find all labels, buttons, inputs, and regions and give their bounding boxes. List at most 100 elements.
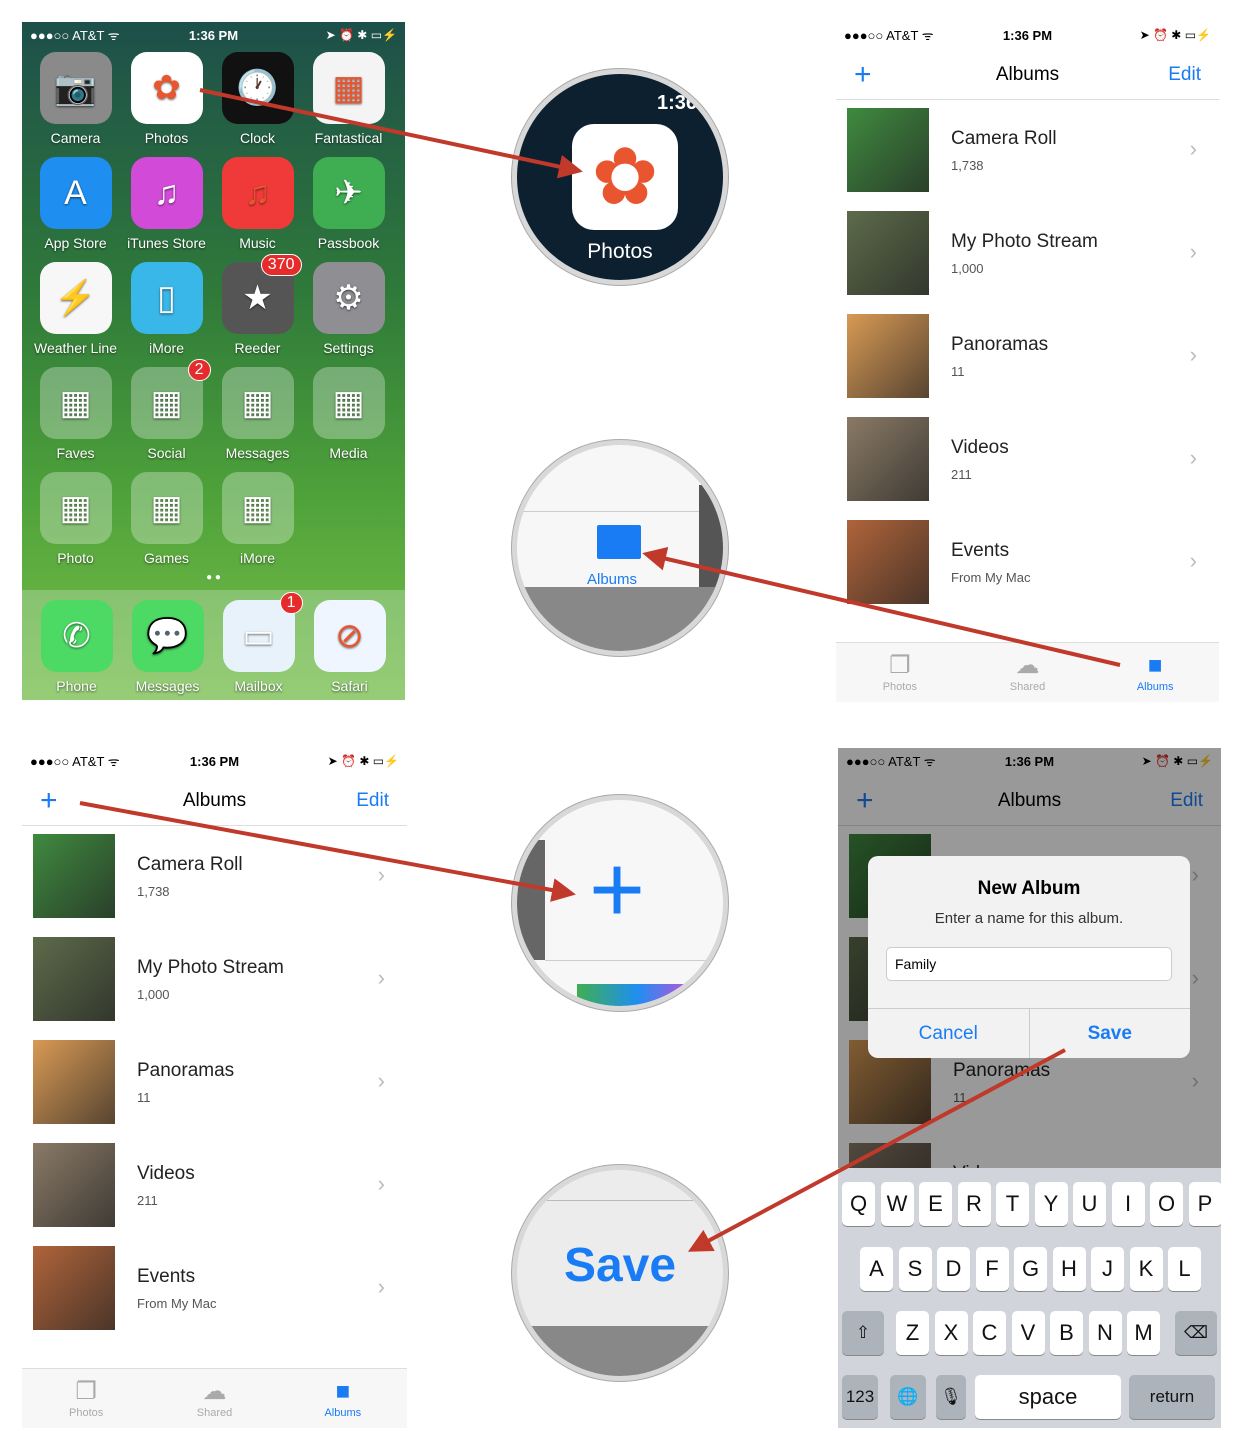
album-row[interactable]: Events From My Mac › <box>22 1242 407 1345</box>
app-label: Weather Line <box>33 340 117 356</box>
key-k[interactable]: K <box>1129 1247 1163 1291</box>
album-name: Events <box>137 1266 196 1287</box>
album-count: 1,000 <box>137 987 170 1002</box>
key-t[interactable]: T <box>996 1182 1029 1226</box>
photos-app-icon[interactable]: ✿ <box>572 124 678 230</box>
add-album-button[interactable]: + <box>854 58 914 92</box>
album-row[interactable]: My Photo Stream 1,000 › <box>22 933 407 1036</box>
app-glyph: ✿ <box>152 69 181 107</box>
app-settings[interactable]: ⚙ Settings <box>303 262 394 356</box>
key-y[interactable]: Y <box>1034 1182 1068 1226</box>
tab-albums[interactable]: ■ Albums <box>1091 643 1219 702</box>
tab-photos[interactable]: ❐ Photos <box>22 1369 150 1428</box>
app-glyph: ▯ <box>157 279 176 317</box>
app-imore[interactable]: ▦ iMore <box>212 472 303 566</box>
app-games[interactable]: ▦ Games <box>121 472 212 566</box>
key-j[interactable]: J <box>1091 1247 1124 1291</box>
return-key[interactable]: return <box>1129 1375 1215 1419</box>
album-row[interactable]: Videos 211 › <box>836 413 1219 516</box>
key-m[interactable]: M <box>1127 1311 1160 1355</box>
save-button-zoomed[interactable]: Save <box>517 1238 723 1293</box>
album-count: 11 <box>951 364 965 379</box>
album-count: From My Mac <box>951 570 1031 585</box>
delete-key[interactable]: ⌫ <box>1175 1311 1217 1355</box>
album-name: Videos <box>951 437 1009 458</box>
app-fantastical[interactable]: ▦ Fantastical <box>303 52 394 146</box>
album-row[interactable]: Videos 211 › <box>22 1139 407 1242</box>
app-phone[interactable]: ✆ Phone <box>31 600 122 694</box>
tab-albums[interactable]: ■ Albums <box>279 1369 407 1428</box>
app-icon: ♫ <box>221 157 294 229</box>
album-row[interactable]: Panoramas 11 › <box>836 310 1219 413</box>
edit-button[interactable]: Edit <box>329 790 389 812</box>
key-s[interactable]: S <box>898 1247 932 1291</box>
edit-button[interactable]: Edit <box>1141 64 1201 86</box>
key-l[interactable]: L <box>1168 1247 1201 1291</box>
app-reeder[interactable]: ★ 370 Reeder <box>212 254 303 356</box>
album-name-input[interactable]: Family <box>886 947 1172 981</box>
add-album-button[interactable]: + <box>40 784 100 818</box>
app-social[interactable]: ▦ 2 Social <box>121 359 212 461</box>
album-thumbnail <box>33 937 115 1021</box>
app-label: Fantastical <box>314 130 383 146</box>
tab-shared[interactable]: ☁ Shared <box>964 643 1092 702</box>
key-d[interactable]: D <box>937 1247 970 1291</box>
key-c[interactable]: C <box>973 1311 1006 1355</box>
key-g[interactable]: G <box>1014 1247 1047 1291</box>
app-glyph: ♫ <box>153 173 180 212</box>
app-itunes-store[interactable]: ♫ iTunes Store <box>121 157 212 251</box>
numbers-key[interactable]: 123 <box>842 1375 878 1419</box>
save-button[interactable]: Save <box>1028 1009 1191 1058</box>
app-camera[interactable]: 📷 Camera <box>30 52 121 146</box>
key-r[interactable]: R <box>957 1182 991 1226</box>
add-album-plus-icon[interactable]: + <box>589 840 645 940</box>
tab-photos[interactable]: ❐ Photos <box>836 643 964 702</box>
app-app-store[interactable]: A App Store <box>30 157 121 251</box>
key-q[interactable]: Q <box>842 1182 875 1226</box>
key-n[interactable]: N <box>1088 1311 1122 1355</box>
key-f[interactable]: F <box>975 1247 1009 1291</box>
app-media[interactable]: ▦ Media <box>303 367 394 461</box>
microphone-icon[interactable]: 🎙 <box>936 1375 966 1419</box>
key-i[interactable]: I <box>1111 1182 1145 1226</box>
cloud-icon: ☁ <box>202 1378 227 1405</box>
key-w[interactable]: W <box>880 1182 914 1226</box>
app-photo[interactable]: ▦ Photo <box>30 472 121 566</box>
app-mailbox[interactable]: ▭ 1 Mailbox <box>213 592 304 694</box>
key-a[interactable]: A <box>860 1247 893 1291</box>
app-weather-line[interactable]: ⚡ Weather Line <box>30 262 121 356</box>
dock: ✆ Phone 💬 Messages ▭ 1 Mailbox ⊘ Safari <box>22 590 405 700</box>
key-v[interactable]: V <box>1011 1311 1045 1355</box>
globe-icon[interactable]: 🌐 <box>890 1375 926 1419</box>
app-faves[interactable]: ▦ Faves <box>30 367 121 461</box>
albums-tab-label[interactable]: Albums <box>587 571 637 588</box>
key-x[interactable]: X <box>934 1311 968 1355</box>
key-b[interactable]: B <box>1050 1311 1083 1355</box>
app-clock[interactable]: 🕐 Clock <box>212 52 303 146</box>
albums-icon[interactable] <box>597 525 641 559</box>
album-row[interactable]: Camera Roll 1,738 › <box>836 104 1219 207</box>
app-safari[interactable]: ⊘ Safari <box>304 600 395 694</box>
shift-key[interactable]: ⇧ <box>842 1311 884 1355</box>
key-e[interactable]: E <box>919 1182 952 1226</box>
app-music[interactable]: ♫ Music <box>212 157 303 251</box>
album-row[interactable]: My Photo Stream 1,000 › <box>836 207 1219 310</box>
app-imore[interactable]: ▯ iMore <box>121 262 212 356</box>
key-h[interactable]: H <box>1052 1247 1086 1291</box>
app-messages[interactable]: 💬 Messages <box>122 600 213 694</box>
app-photos[interactable]: ✿ Photos <box>121 52 212 146</box>
space-key[interactable]: space <box>975 1375 1121 1419</box>
key-u[interactable]: U <box>1073 1182 1106 1226</box>
key-z[interactable]: Z <box>896 1311 929 1355</box>
tab-shared[interactable]: ☁ Shared <box>150 1369 278 1428</box>
key-o[interactable]: O <box>1150 1182 1183 1226</box>
app-passbook[interactable]: ✈ Passbook <box>303 157 394 251</box>
cancel-button[interactable]: Cancel <box>868 1009 1029 1058</box>
album-row[interactable]: Panoramas 11 › <box>22 1036 407 1139</box>
key-p[interactable]: P <box>1188 1182 1221 1226</box>
album-row[interactable]: Events From My Mac › <box>836 516 1219 619</box>
tab-label: Albums <box>324 1407 362 1419</box>
new-album-dialog: New Album Enter a name for this album. Fam… <box>868 856 1190 1058</box>
app-messages[interactable]: ▦ Messages <box>212 367 303 461</box>
album-row[interactable]: Camera Roll 1,738 › <box>22 830 407 933</box>
